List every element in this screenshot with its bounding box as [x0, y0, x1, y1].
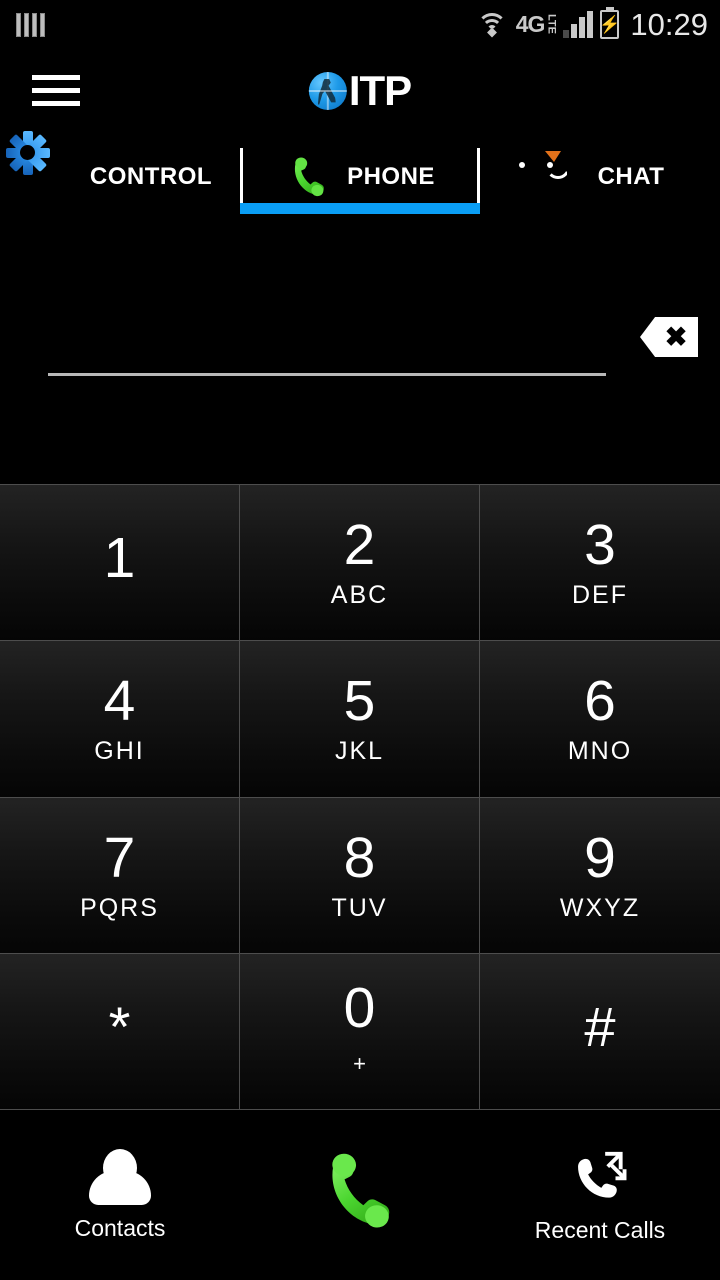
phone-dialer-screen: 4G LTE ⚡ 10:29 ITP CONTROL PHONE CHAT ✖ …: [0, 0, 720, 1280]
key-digit: 4: [103, 669, 136, 734]
network-type-indicator: 4G LTE: [515, 10, 558, 37]
key-letters: GHI: [94, 737, 145, 766]
key-letters: JKL: [334, 737, 385, 766]
contacts-button[interactable]: Contacts: [0, 1110, 240, 1280]
tab-divider: [240, 148, 243, 204]
status-bar-indicators: 4G LTE ⚡ 10:29: [475, 0, 708, 48]
status-bar: 4G LTE ⚡ 10:29: [0, 0, 720, 48]
network-sublabel: LTE: [545, 13, 558, 34]
tab-phone-label: PHONE: [347, 162, 435, 190]
key-digit: 9: [584, 825, 616, 890]
recent-calls-icon: [567, 1146, 633, 1213]
tab-phone[interactable]: PHONE: [240, 133, 480, 220]
key-letters: PQRS: [80, 893, 159, 922]
recent-calls-button[interactable]: Recent Calls: [480, 1110, 720, 1280]
tab-chat[interactable]: CHAT: [480, 133, 720, 220]
key-letters: TUV: [331, 893, 388, 922]
call-handset-icon: [314, 1145, 406, 1242]
hamburger-menu-icon[interactable]: [32, 67, 80, 115]
app-bars-icon: [16, 11, 45, 37]
key-letters: MNO: [567, 737, 633, 766]
recent-calls-label: Recent Calls: [534, 1217, 666, 1243]
dialpad-key-9[interactable]: 9 WXYZ: [480, 797, 720, 954]
active-tab-indicator: [240, 203, 480, 214]
tab-control[interactable]: CONTROL: [0, 130, 240, 220]
signal-bars-icon: [563, 10, 594, 38]
chat-bubble-smiley-icon: [518, 153, 584, 201]
key-letters: +: [353, 1051, 366, 1077]
dialpad-key-2[interactable]: 2 ABC: [240, 485, 480, 642]
brand-title: ITP: [348, 66, 412, 114]
itp-globe-logo-icon: [308, 71, 347, 110]
contacts-person-icon: [88, 1148, 152, 1211]
key-digit: 6: [584, 669, 616, 734]
wifi-icon: [475, 11, 509, 38]
dialpad-key-5[interactable]: 5 JKL: [240, 641, 480, 798]
input-underline: [48, 373, 606, 376]
key-digit: 2: [343, 513, 376, 578]
app-header: ITP: [0, 48, 720, 133]
status-bar-clock: 10:29: [630, 6, 708, 42]
key-digit: #: [584, 995, 616, 1059]
key-digit: 8: [343, 825, 376, 890]
dialpad-key-3[interactable]: 3 DEF: [480, 485, 720, 642]
app-brand: ITP: [308, 66, 412, 114]
dialpad-key-0[interactable]: 0 +: [240, 953, 480, 1110]
backspace-delete-icon[interactable]: ✖: [640, 317, 698, 357]
key-digit: 1: [103, 525, 136, 590]
key-digit: 0: [343, 976, 376, 1041]
call-button[interactable]: [240, 1110, 480, 1280]
dialpad-key-7[interactable]: 7 PQRS: [0, 797, 240, 954]
key-digit: 7: [103, 825, 136, 890]
dialpad-key-1[interactable]: 1: [0, 485, 240, 642]
tab-control-label: CONTROL: [89, 162, 213, 190]
dialpad-key-4[interactable]: 4 GHI: [0, 641, 240, 798]
key-letters: DEF: [572, 581, 628, 610]
key-letters: ABC: [330, 581, 389, 610]
network-label: 4G: [515, 10, 546, 37]
battery-charging-icon: ⚡: [599, 9, 621, 39]
contacts-label: Contacts: [74, 1214, 166, 1241]
dialer-bottom-bar: Contacts Recent Calls: [0, 1110, 720, 1280]
key-digit: *: [108, 994, 131, 1058]
dialpad-key-8[interactable]: 8 TUV: [240, 797, 480, 954]
dialpad-key-hash[interactable]: #: [480, 953, 720, 1110]
tab-chat-label: CHAT: [597, 162, 665, 190]
key-digit: 3: [584, 513, 616, 578]
dialer-display: ✖: [0, 220, 720, 566]
dialpad-key-star[interactable]: *: [0, 953, 240, 1110]
key-letters: WXYZ: [559, 893, 641, 922]
key-digit: 5: [343, 669, 376, 734]
dialpad-grid: 1 2 ABC 3 DEF 4 GHI 5 JKL 6 MNO 7 PQRS 8: [0, 484, 720, 1110]
main-tab-bar: CONTROL PHONE CHAT: [0, 130, 720, 220]
gear-icon: [5, 130, 76, 201]
dialpad-key-6[interactable]: 6 MNO: [480, 641, 720, 798]
phone-handset-icon: [285, 153, 333, 201]
